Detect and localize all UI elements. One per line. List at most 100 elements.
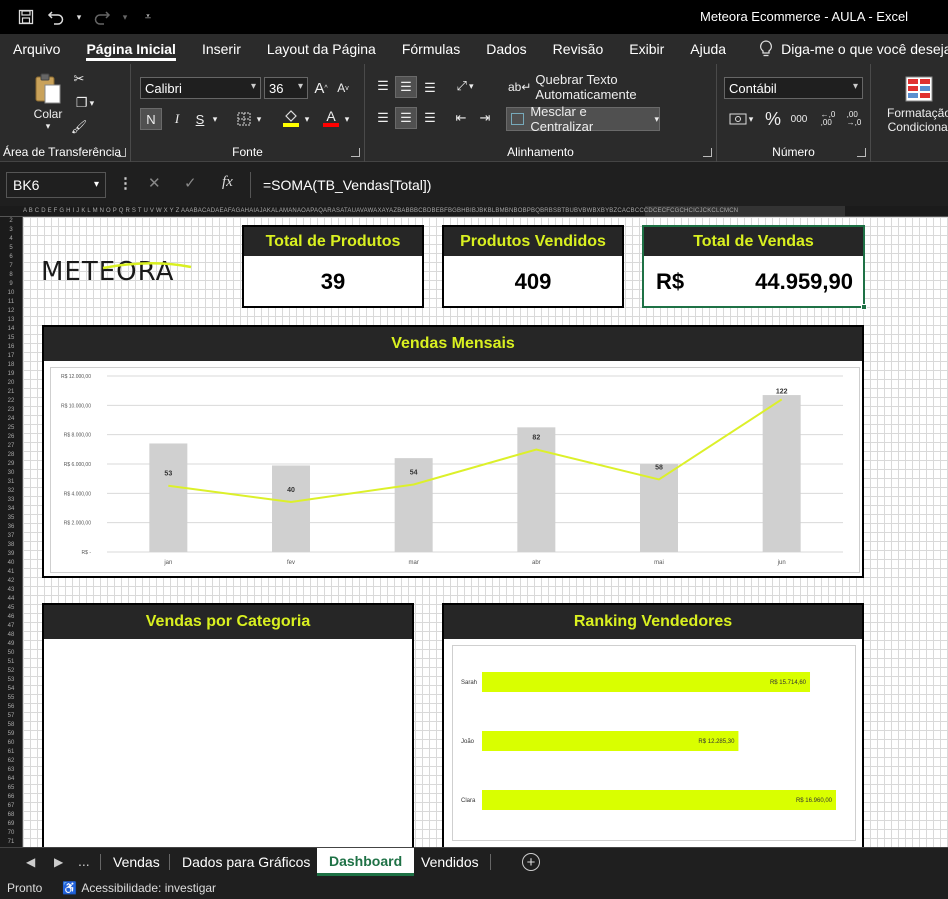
italic-button[interactable]: I	[166, 108, 188, 130]
tab-layout-da-pagina[interactable]: Layout da Página	[254, 34, 389, 64]
align-middle-icon[interactable]: ☰	[395, 76, 417, 98]
name-box[interactable]: BK6 ▾	[6, 172, 106, 198]
kpi-produtos-vendidos[interactable]: Produtos Vendidos 409	[442, 225, 624, 308]
row-header[interactable]: 63	[0, 766, 22, 775]
row-header[interactable]: 59	[0, 730, 22, 739]
row-header[interactable]: 52	[0, 667, 22, 676]
bold-button[interactable]: N	[140, 108, 162, 130]
row-header[interactable]: 68	[0, 811, 22, 820]
conditional-formatting-button[interactable]: Formatação Condicional	[871, 70, 948, 140]
row-header[interactable]: 26	[0, 433, 22, 442]
sheet-tab-dados-graficos[interactable]: Dados para Gráficos	[170, 848, 322, 876]
row-header[interactable]: 21	[0, 388, 22, 397]
row-header[interactable]: 36	[0, 523, 22, 532]
sheet-tab-dashboard[interactable]: Dashboard	[317, 848, 415, 876]
tab-ajuda[interactable]: Ajuda	[677, 34, 739, 64]
increase-font-icon[interactable]: A ^	[312, 77, 330, 99]
row-header[interactable]: 42	[0, 577, 22, 586]
row-header[interactable]: 45	[0, 604, 22, 613]
row-header[interactable]: 69	[0, 820, 22, 829]
font-launcher-icon[interactable]	[351, 148, 360, 157]
copy-icon[interactable]: ❐ ▾	[70, 94, 100, 112]
row-header[interactable]: 53	[0, 676, 22, 685]
undo-dropdown-icon[interactable]: ▾	[74, 5, 84, 29]
kpi-total-produtos[interactable]: Total de Produtos 39	[242, 225, 424, 308]
row-header[interactable]: 16	[0, 343, 22, 352]
row-header[interactable]: 25	[0, 424, 22, 433]
tab-dados[interactable]: Dados	[473, 34, 539, 64]
row-header[interactable]: 32	[0, 487, 22, 496]
row-headers[interactable]: 2 3 4 5 6 7 8 9 10 11 12 13 14 15 16 17 18 19 20 21 22 23 24 25…	[0, 217, 23, 847]
row-header[interactable]: 47	[0, 622, 22, 631]
row-header[interactable]: 41	[0, 568, 22, 577]
worksheet-grid[interactable]: METEORA Total de Produtos 39 Produtos Ve…	[23, 217, 948, 847]
row-header[interactable]: 29	[0, 460, 22, 469]
tab-formulas[interactable]: Fórmulas	[389, 34, 473, 64]
row-header[interactable]: 28	[0, 451, 22, 460]
row-header[interactable]: 61	[0, 748, 22, 757]
row-header[interactable]: 33	[0, 496, 22, 505]
row-header[interactable]: 2	[0, 217, 22, 226]
underline-button[interactable]: S	[191, 108, 209, 130]
increase-indent-icon[interactable]: ⇥	[475, 108, 495, 128]
kpi-total-vendas[interactable]: Total de Vendas R$ 44.959,90	[642, 225, 867, 310]
row-header[interactable]: 67	[0, 802, 22, 811]
row-header[interactable]: 6	[0, 253, 22, 262]
font-color-icon[interactable]: A	[321, 106, 341, 130]
percent-button[interactable]: %	[763, 107, 783, 131]
align-right-icon[interactable]: ☰	[420, 108, 440, 128]
font-color-dropdown-icon[interactable]: ▾	[341, 108, 353, 130]
row-header[interactable]: 48	[0, 631, 22, 640]
row-header[interactable]: 5	[0, 244, 22, 253]
formula-input[interactable]: =SOMA(TB_Vendas[Total])	[250, 172, 948, 198]
more-options-icon[interactable]: ⋮	[118, 174, 133, 192]
monthly-sales-chart[interactable]: R$ - R$ 2.000,00 R$ 4.000,00 R$ 6.000,00 R$ …	[50, 367, 860, 573]
row-header[interactable]: 19	[0, 370, 22, 379]
add-sheet-button[interactable]: +	[522, 853, 540, 871]
row-header[interactable]: 14	[0, 325, 22, 334]
row-header[interactable]: 62	[0, 757, 22, 766]
row-header[interactable]: 3	[0, 226, 22, 235]
accessibility-status[interactable]: Acessibilidade: investigar	[81, 881, 216, 895]
tab-exibir[interactable]: Exibir	[616, 34, 677, 64]
number-launcher-icon[interactable]	[857, 148, 866, 157]
row-header[interactable]: 20	[0, 379, 22, 388]
align-bottom-icon[interactable]: ☰	[420, 78, 440, 98]
row-header[interactable]: 4	[0, 235, 22, 244]
orientation-icon[interactable]: ⤢ ▾	[451, 76, 479, 96]
decrease-font-icon[interactable]: Av	[334, 77, 352, 99]
row-header[interactable]: 17	[0, 352, 22, 361]
row-header[interactable]: 51	[0, 658, 22, 667]
enter-icon[interactable]: ✓	[184, 174, 197, 192]
merge-center-button[interactable]: Mesclar e Centralizar ▾	[506, 104, 660, 134]
row-header[interactable]: 37	[0, 532, 22, 541]
undo-icon[interactable]	[44, 5, 68, 29]
tab-pagina-inicial[interactable]: Página Inicial	[73, 34, 188, 64]
save-icon[interactable]	[14, 5, 38, 29]
row-header[interactable]: 57	[0, 712, 22, 721]
accessibility-icon[interactable]: ♿	[62, 881, 77, 895]
align-top-icon[interactable]: ☰	[373, 76, 393, 96]
row-header[interactable]: 22	[0, 397, 22, 406]
column-headers[interactable]: A B C D E F G H I J K L M N O P Q R S T …	[0, 206, 948, 217]
number-format-select[interactable]: Contábil ▾	[724, 77, 863, 99]
font-name-select[interactable]: Calibri ▾	[140, 77, 261, 99]
ranking-chart[interactable]: Sarah R$ 15.714,60 João R$ 12.285,30 Clara R$…	[452, 645, 856, 841]
tell-me-search[interactable]: Diga-me o que você deseja fazer	[739, 40, 948, 58]
row-header[interactable]: 65	[0, 784, 22, 793]
row-header[interactable]: 56	[0, 703, 22, 712]
row-header[interactable]: 38	[0, 541, 22, 550]
tab-arquivo[interactable]: Arquivo	[0, 34, 73, 64]
row-header[interactable]: 54	[0, 685, 22, 694]
next-sheet-icon[interactable]: ▶	[54, 855, 63, 869]
row-header[interactable]: 64	[0, 775, 22, 784]
row-header[interactable]: 18	[0, 361, 22, 370]
row-header[interactable]: 70	[0, 829, 22, 838]
row-header[interactable]: 15	[0, 334, 22, 343]
borders-dropdown-icon[interactable]: ▾	[253, 108, 265, 130]
prev-sheet-icon[interactable]: ◀	[26, 855, 35, 869]
row-header[interactable]: 31	[0, 478, 22, 487]
clipboard-launcher-icon[interactable]	[117, 148, 126, 157]
row-header[interactable]: 13	[0, 316, 22, 325]
cut-icon[interactable]: ✂	[70, 70, 88, 88]
